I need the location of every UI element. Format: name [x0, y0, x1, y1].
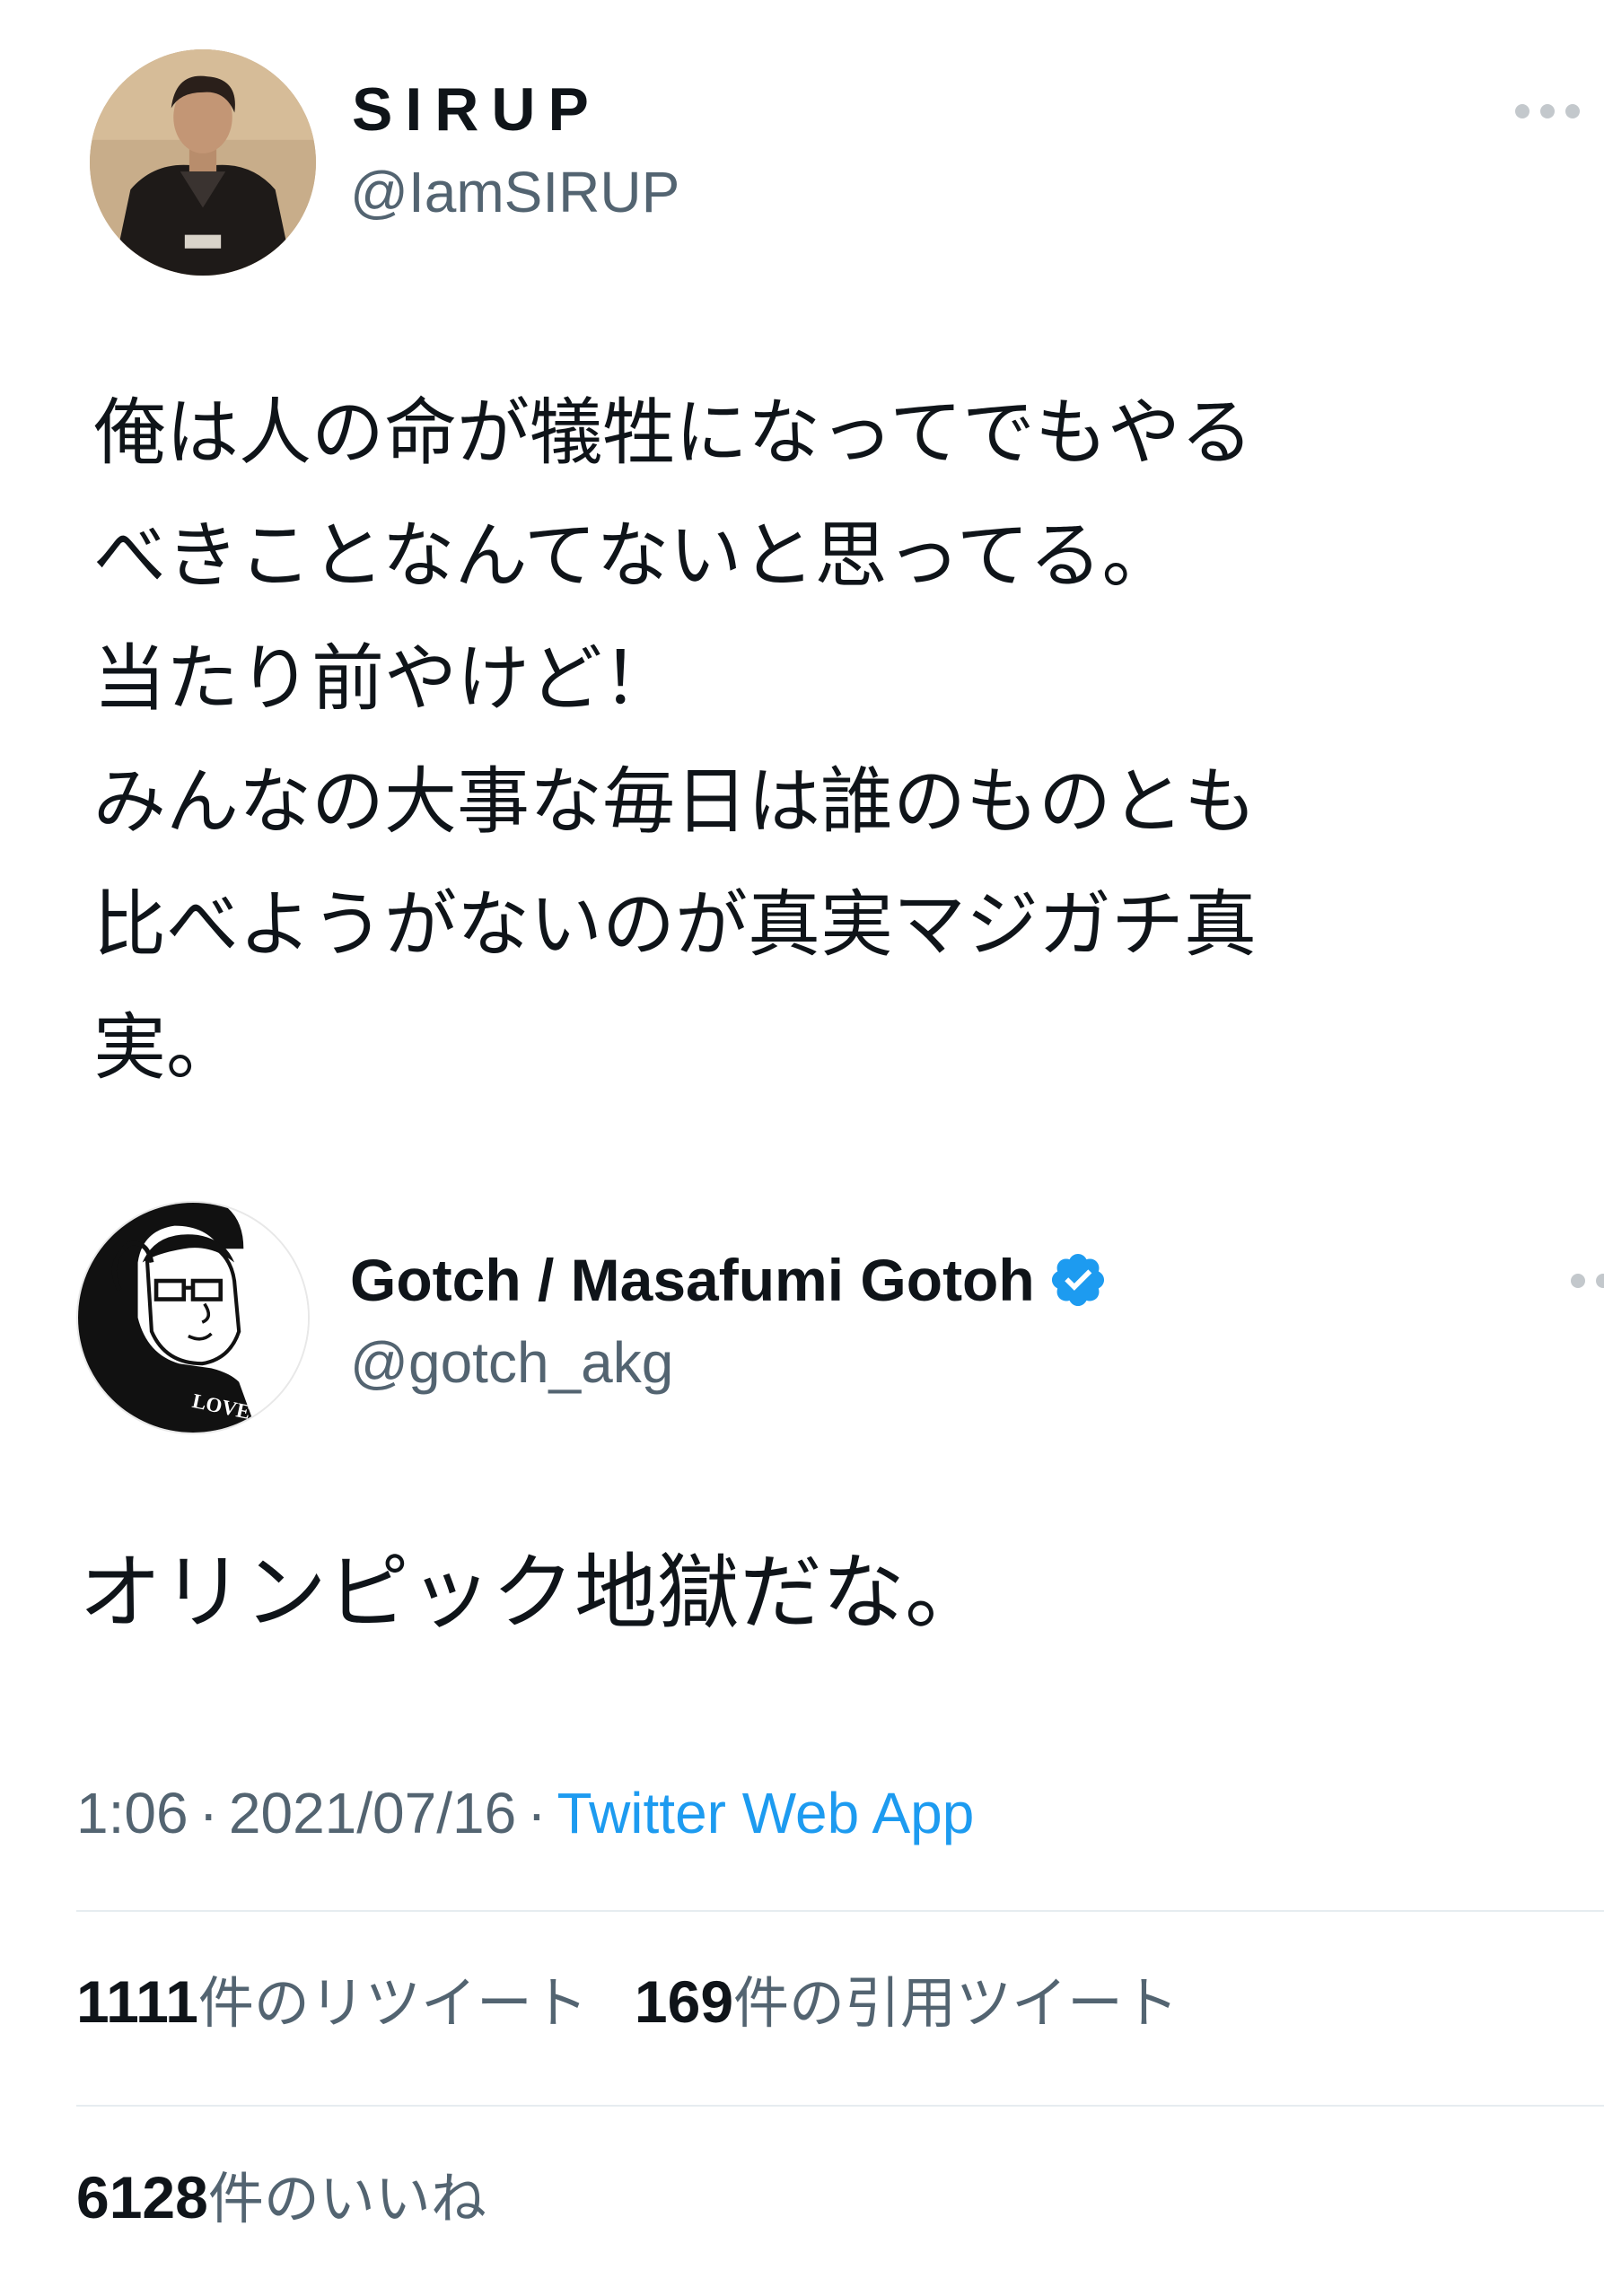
source-app-link[interactable]: Twitter Web App [557, 1781, 975, 1845]
tweet-text: 俺は人の命が犠牲になってでもやる べきことなんてないと思ってる。 当たり前やけど… [93, 391, 1258, 1091]
tweet-meta: 1:06 · 2021/07/16 · Twitter Web App [76, 1784, 974, 1842]
divider [76, 1910, 1604, 1912]
more-options-button[interactable] [1515, 101, 1583, 122]
quotes-label: 件の引用ツイート [733, 1970, 1179, 2036]
verified-badge-icon [1051, 1253, 1104, 1307]
divider [76, 2105, 1604, 2107]
likes-count: 6128 [76, 2164, 208, 2230]
quotes-count: 169 [634, 1968, 734, 2035]
quoted-author-name-row[interactable]: Gotch / Masafumi Gotoh [350, 1249, 1109, 1310]
meta-separator: · [198, 1781, 218, 1845]
likes-stats: 6128件のいいね [76, 2168, 486, 2227]
more-dot [1596, 1274, 1604, 1288]
quotes-stat[interactable]: 169件の引用ツイート [635, 1970, 1179, 2036]
avatar-gotch[interactable]: LOVE [76, 1201, 310, 1434]
likes-label: 件のいいね [207, 2166, 486, 2231]
avatar-sirup[interactable] [90, 49, 316, 276]
likes-stat[interactable]: 6128件のいいね [76, 2166, 486, 2231]
author-display-name[interactable]: SIRUP [352, 79, 601, 140]
retweets-label: 件のリツイート [197, 1970, 588, 2036]
author-handle[interactable]: @IamSIRUP [350, 163, 679, 221]
more-dot [1540, 104, 1555, 118]
quoted-tweet-text: オリンピック地獄だな。 [79, 1545, 988, 1641]
more-horizontal-icon [1515, 104, 1529, 118]
meta-separator: · [527, 1781, 547, 1845]
retweets-stat[interactable]: 1111件のリツイート [76, 1970, 588, 2036]
avatar-photo-icon [90, 49, 316, 276]
tweet-date[interactable]: 2021/07/16 [229, 1781, 516, 1845]
quoted-author-display-name[interactable]: Gotch / Masafumi Gotoh [350, 1250, 1035, 1310]
retweets-count: 1111 [76, 1968, 198, 2035]
quoted-more-options-button[interactable] [1571, 1270, 1604, 1292]
more-horizontal-icon [1571, 1274, 1585, 1288]
avatar-illustration-icon: LOVE [78, 1203, 308, 1433]
more-dot [1565, 104, 1580, 118]
tweet-time[interactable]: 1:06 [76, 1781, 188, 1845]
quoted-author-handle[interactable]: @gotch_akg [350, 1334, 673, 1391]
retweet-quote-stats: 1111件のリツイート 169件の引用ツイート [76, 1972, 1179, 2031]
